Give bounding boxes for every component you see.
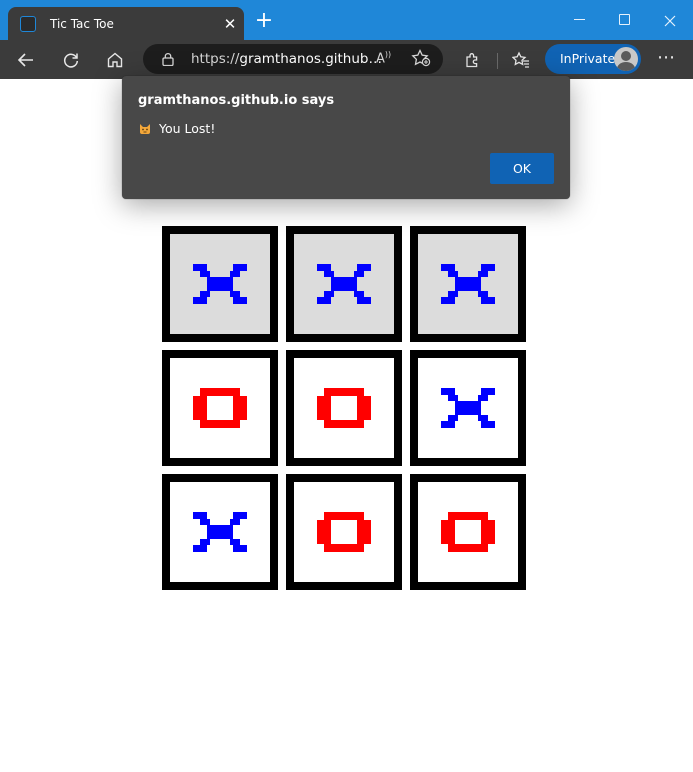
read-aloud-icon[interactable]: A)) <box>376 50 391 66</box>
board-cell-0-2[interactable]: X <box>410 226 526 342</box>
x-mark-icon <box>441 264 495 304</box>
more-menu-button[interactable]: ⋯ <box>653 44 679 74</box>
board-cell-value: X <box>294 234 295 235</box>
browser-tab[interactable]: Tic Tac Toe ✕ <box>8 7 244 40</box>
o-mark-icon <box>193 388 247 428</box>
url-host: gramthanos.github… <box>239 51 382 67</box>
add-favorite-icon[interactable] <box>411 48 431 72</box>
board-cell-0-1[interactable]: X <box>286 226 402 342</box>
minimize-icon <box>573 19 585 20</box>
dialog-message-text: You Lost! <box>159 121 216 136</box>
o-mark-icon <box>317 388 371 428</box>
inprivate-profile-button[interactable]: InPrivate <box>545 44 641 74</box>
board-cell-value: X <box>418 358 419 359</box>
board-cell-2-1[interactable]: O <box>286 474 402 590</box>
board-cell-value: O <box>294 358 295 359</box>
tab-favicon-icon <box>20 15 36 32</box>
board-cell-2-2[interactable]: O <box>410 474 526 590</box>
x-mark-icon <box>441 388 495 428</box>
maximize-button[interactable] <box>609 8 639 32</box>
board-cell-1-1[interactable]: O <box>286 350 402 466</box>
inprivate-label: InPrivate <box>560 51 616 66</box>
home-button[interactable] <box>99 44 131 76</box>
board-cell-2-0[interactable]: X <box>162 474 278 590</box>
back-button[interactable] <box>10 44 42 76</box>
alert-dialog: gramthanos.github.io says You Lost! OK <box>122 76 570 199</box>
avatar-icon <box>614 47 638 71</box>
window-titlebar: Tic Tac Toe ✕ + <box>0 0 693 40</box>
board-cell-value: X <box>170 234 171 235</box>
tab-close-icon[interactable]: ✕ <box>216 15 244 33</box>
home-icon <box>107 52 123 68</box>
x-mark-icon <box>193 512 247 552</box>
refresh-button[interactable] <box>55 44 87 76</box>
maximize-icon <box>618 14 630 25</box>
x-mark-icon <box>317 264 371 304</box>
close-window-button[interactable] <box>655 8 685 32</box>
x-mark-icon <box>193 264 247 304</box>
board-cell-value: X <box>170 482 171 483</box>
board-cell-0-0[interactable]: X <box>162 226 278 342</box>
new-tab-button[interactable]: + <box>253 10 275 32</box>
board-cell-value: O <box>170 358 171 359</box>
address-bar[interactable]: https://gramthanos.github… A)) <box>143 44 443 74</box>
board-cell-1-2[interactable]: X <box>410 350 526 466</box>
o-mark-icon <box>441 512 495 552</box>
puzzle-icon <box>466 53 478 68</box>
url-scheme: https:// <box>191 51 240 67</box>
star-plus-icon <box>411 48 431 67</box>
favorites-icon <box>512 51 529 68</box>
minimize-button[interactable] <box>564 8 594 32</box>
extensions-button[interactable] <box>457 44 489 76</box>
dialog-message: You Lost! <box>138 121 215 136</box>
dialog-title: gramthanos.github.io says <box>138 93 335 108</box>
read-aloud-label: A <box>376 51 385 67</box>
ok-button[interactable]: OK <box>490 153 554 184</box>
refresh-icon <box>63 53 79 68</box>
tab-title: Tic Tac Toe <box>50 16 114 31</box>
close-icon <box>664 15 676 26</box>
board-cell-value: O <box>294 482 295 483</box>
board-cell-1-0[interactable]: O <box>162 350 278 466</box>
toolbar-divider <box>497 53 498 69</box>
tic-tac-toe-board: X X X O O X X O O <box>162 226 526 590</box>
back-arrow-icon <box>17 53 33 67</box>
favorites-button[interactable] <box>505 44 537 76</box>
browser-toolbar: https://gramthanos.github… A)) InPrivate… <box>0 40 693 79</box>
board-cell-value: X <box>418 234 419 235</box>
board-cell-value: O <box>418 482 419 483</box>
lock-icon[interactable] <box>161 52 175 66</box>
url-text[interactable]: https://gramthanos.github… <box>191 51 382 67</box>
cat-face-emoji-icon <box>140 123 150 134</box>
o-mark-icon <box>317 512 371 552</box>
